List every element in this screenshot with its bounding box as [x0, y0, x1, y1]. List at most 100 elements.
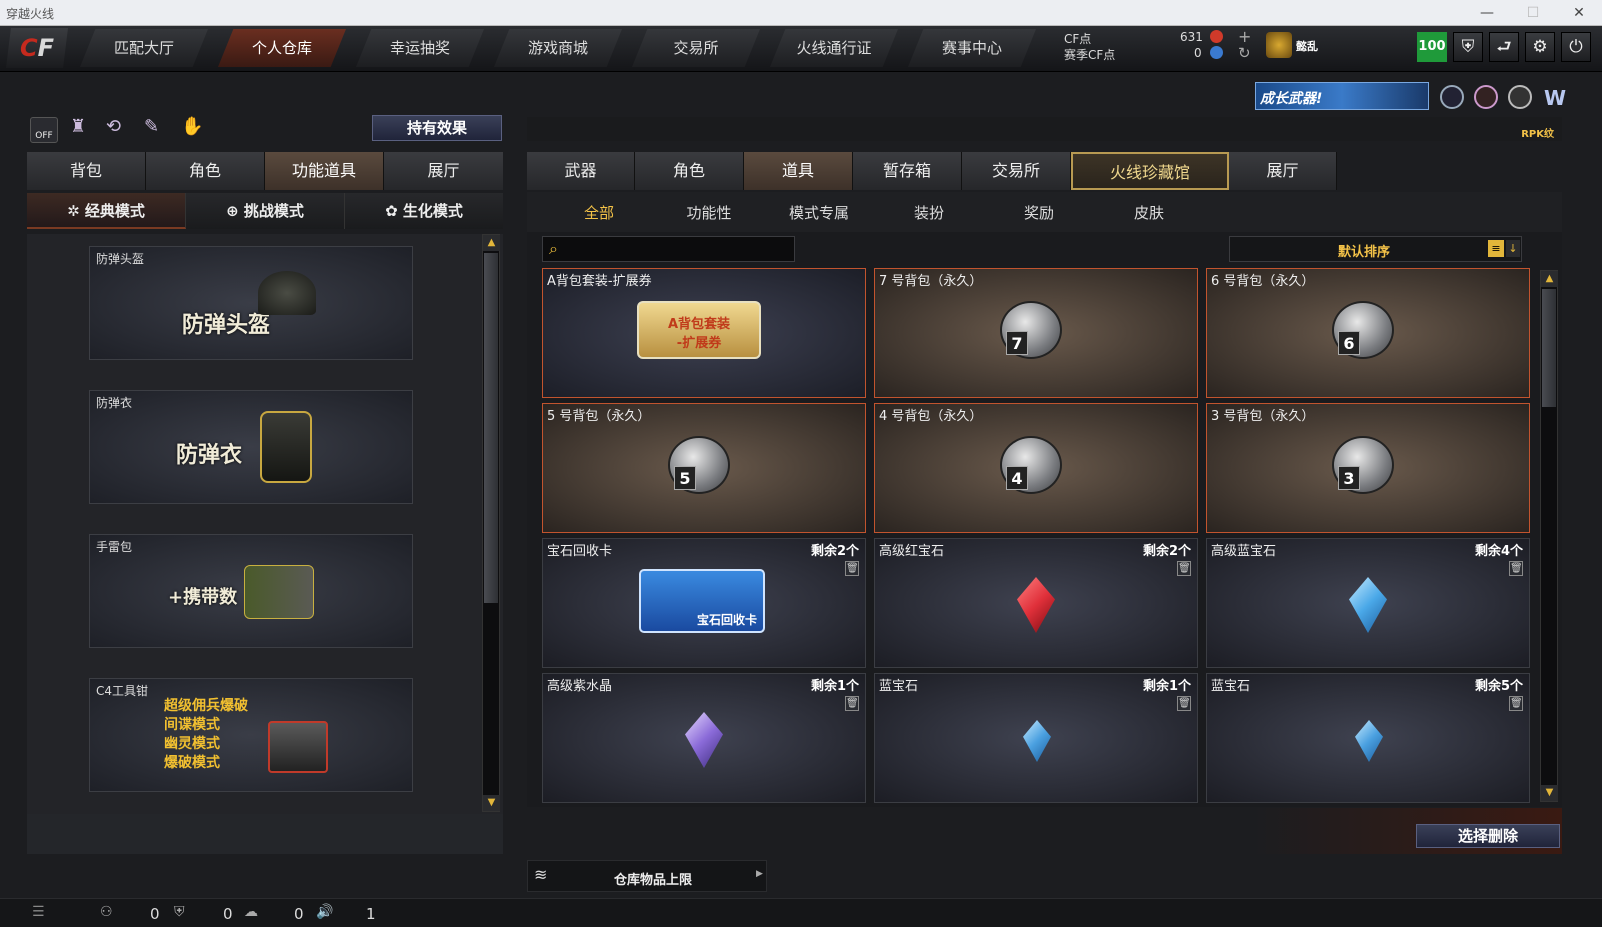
- subtab-functional[interactable]: 功能性: [664, 202, 754, 223]
- card-helmet[interactable]: 防弹头盔 防弹头盔: [89, 246, 413, 360]
- tab-items[interactable]: 道具: [744, 152, 853, 190]
- expand-arrow-icon[interactable]: ▶: [756, 869, 763, 879]
- nav-tab-exchange[interactable]: 交易所: [632, 29, 760, 67]
- trash-icon[interactable]: 🗑: [845, 561, 859, 576]
- bag-icon: 5: [668, 436, 730, 494]
- tab-showroom[interactable]: 展厅: [384, 152, 503, 190]
- item-card[interactable]: 7 号背包（永久） 7: [874, 268, 1198, 398]
- item-card[interactable]: 高级红宝石 剩余2个 🗑: [874, 538, 1198, 668]
- list-view-icon[interactable]: ≡: [1488, 240, 1504, 257]
- item-card[interactable]: 高级蓝宝石 剩余4个 🗑: [1206, 538, 1530, 668]
- glove-icon[interactable]: ✋: [181, 116, 205, 140]
- scroll-down-icon[interactable]: ▼: [1541, 785, 1558, 801]
- subtab-all[interactable]: 全部: [554, 202, 644, 223]
- chat-icon[interactable]: ☁: [244, 904, 258, 920]
- nav-tab-game-shop[interactable]: 游戏商城: [494, 29, 622, 67]
- scroll-up-icon[interactable]: ▲: [483, 235, 500, 251]
- right-top-strip: RPK纹: [527, 117, 1562, 141]
- item-card[interactable]: 蓝宝石 剩余1个 🗑: [874, 673, 1198, 803]
- left-scroll-thumb[interactable]: [484, 253, 498, 603]
- nav-tab-events[interactable]: 赛事中心: [908, 29, 1036, 67]
- mode-zombie[interactable]: ✿ 生化模式: [345, 193, 503, 229]
- history-icon[interactable]: ⟲: [106, 116, 130, 140]
- card-c4-pliers[interactable]: C4工具钳 超级佣兵爆破 间谍模式 幽灵模式 爆破模式: [89, 678, 413, 792]
- tab-weapons[interactable]: 武器: [527, 152, 635, 190]
- right-scroll-thumb[interactable]: [1542, 289, 1556, 407]
- trash-icon[interactable]: 🗑: [1509, 696, 1523, 711]
- power-icon[interactable]: ⏻: [1561, 32, 1591, 62]
- item-card[interactable]: 高级紫水晶 剩余1个 🗑: [542, 673, 866, 803]
- select-delete-button[interactable]: 选择删除: [1416, 824, 1560, 848]
- level-badge[interactable]: 100: [1417, 32, 1447, 62]
- emblem-icon[interactable]: [1440, 85, 1464, 109]
- left-scrollbar[interactable]: ▲ ▼: [482, 234, 500, 812]
- subtab-mode-specific[interactable]: 模式专属: [774, 202, 864, 223]
- nav-tab-match-hall[interactable]: 匹配大厅: [80, 29, 208, 67]
- card-grenade-bag[interactable]: 手雷包 +携带数: [89, 534, 413, 648]
- tab-collection[interactable]: 火线珍藏馆: [1071, 152, 1229, 190]
- item-card[interactable]: 3 号背包（永久） 3: [1206, 403, 1530, 533]
- scroll-up-icon[interactable]: ▲: [1541, 271, 1558, 287]
- card-vest[interactable]: 防弹衣 防弹衣: [89, 390, 413, 504]
- trash-icon[interactable]: 🗑: [845, 696, 859, 711]
- minimize-button[interactable]: —: [1464, 0, 1510, 26]
- mode-classic[interactable]: ✲ 经典模式: [27, 193, 186, 229]
- scroll-down-icon[interactable]: ▼: [483, 795, 500, 811]
- rpk-tag: RPK纹: [1521, 129, 1554, 140]
- right-scrollbar[interactable]: ▲ ▼: [1540, 270, 1558, 802]
- trash-icon[interactable]: 🗑: [1177, 696, 1191, 711]
- clan-shield-icon[interactable]: ⛨: [174, 904, 185, 920]
- friends-icon[interactable]: ⚇: [100, 904, 113, 920]
- nav-tab-personal-storage[interactable]: 个人仓库: [218, 29, 346, 67]
- tab-backpack[interactable]: 背包: [27, 152, 146, 190]
- holding-effect-button[interactable]: 持有效果: [372, 115, 502, 141]
- item-card[interactable]: 6 号背包（永久） 6: [1206, 268, 1530, 398]
- item-card[interactable]: A背包套装-扩展券 A背包套装 -扩展券: [542, 268, 866, 398]
- tab-function-items[interactable]: 功能道具: [265, 152, 384, 190]
- gear-icon[interactable]: ⚙: [1525, 32, 1555, 62]
- subtab-rewards[interactable]: 奖励: [994, 202, 1084, 223]
- item-card[interactable]: 4 号背包（永久） 4: [874, 403, 1198, 533]
- tab-temp-box[interactable]: 暂存箱: [853, 152, 962, 190]
- close-button[interactable]: ✕: [1556, 0, 1602, 26]
- item-card[interactable]: 5 号背包（永久） 5: [542, 403, 866, 533]
- cf-logo[interactable]: CF: [6, 28, 68, 68]
- nav-tab-pass[interactable]: 火线通行证: [770, 29, 898, 67]
- search-box[interactable]: ⌕: [542, 236, 795, 262]
- capacity-bar[interactable]: ≋ 仓库物品上限 ▶: [527, 860, 767, 892]
- speaker-icon[interactable]: 🔊: [316, 904, 333, 920]
- mode-tabs: ✲ 经典模式 ⊕ 挑战模式 ✿ 生化模式: [27, 193, 503, 231]
- off-toggle[interactable]: OFF: [30, 117, 58, 143]
- globe-icon[interactable]: [1474, 85, 1498, 109]
- return-icon[interactable]: ⮐: [1489, 32, 1519, 62]
- sort-dropdown[interactable]: 默认排序 ≡ ↓: [1229, 236, 1522, 262]
- subtab-skins[interactable]: 皮肤: [1104, 202, 1194, 223]
- tab-showroom-right[interactable]: 展厅: [1229, 152, 1337, 190]
- menu-icon[interactable]: ☰: [32, 904, 45, 920]
- maximize-button[interactable]: ☐: [1510, 0, 1556, 26]
- tab-characters[interactable]: 角色: [635, 152, 744, 190]
- cf-coin-icon: [1210, 30, 1223, 43]
- shield-icon[interactable]: ⛨: [1453, 32, 1483, 62]
- w-logo-icon[interactable]: W: [1544, 86, 1566, 110]
- tab-character[interactable]: 角色: [146, 152, 265, 190]
- refresh-icon[interactable]: ↻: [1238, 44, 1251, 62]
- trash-icon[interactable]: 🗑: [1509, 561, 1523, 576]
- item-card[interactable]: 蓝宝石 剩余5个 🗑: [1206, 673, 1530, 803]
- mode-challenge[interactable]: ⊕ 挑战模式: [186, 193, 345, 229]
- subtab-decor[interactable]: 装扮: [884, 202, 974, 223]
- tab-exchange[interactable]: 交易所: [962, 152, 1071, 190]
- gift-icon[interactable]: ♜: [70, 116, 94, 140]
- growth-weapon-banner[interactable]: 成长武器!: [1255, 82, 1429, 110]
- season-cf-label: 赛季CF点: [1064, 48, 1116, 62]
- trash-icon[interactable]: 🗑: [1177, 561, 1191, 576]
- pour-icon[interactable]: ✎: [144, 116, 168, 140]
- left-footer: [27, 814, 503, 854]
- spark-icon[interactable]: [1508, 85, 1532, 109]
- search-input[interactable]: [569, 239, 789, 259]
- nav-tab-lucky-draw[interactable]: 幸运抽奖: [356, 29, 484, 67]
- sort-direction-icon[interactable]: ↓: [1506, 240, 1520, 257]
- left-tabs: 背包 角色 功能道具 展厅: [27, 152, 503, 190]
- sapphire-icon: [1355, 720, 1383, 762]
- item-card[interactable]: 宝石回收卡 剩余2个 🗑 宝石回收卡: [542, 538, 866, 668]
